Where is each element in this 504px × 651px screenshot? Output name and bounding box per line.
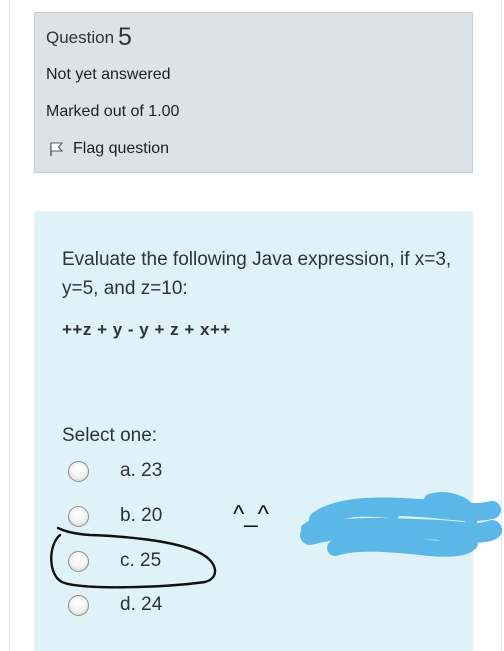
flag-question-link[interactable]: Flag question (48, 140, 169, 158)
question-content-panel: Evaluate the following Java expression, … (34, 211, 473, 651)
question-label: Question (46, 28, 115, 47)
quiz-page: Question 5 Not yet answered Marked out of… (0, 0, 504, 651)
radio-button-b[interactable] (68, 505, 89, 527)
question-text: Evaluate the following Java expression, … (62, 249, 452, 299)
question-grade: Marked out of 1.00 (46, 103, 180, 120)
question-info-panel: Question 5 Not yet answered Marked out of… (34, 12, 473, 173)
answer-label-a: a. 23 (120, 460, 163, 481)
answer-option-d[interactable]: d. 24 (68, 594, 162, 616)
select-one-prompt: Select one: (62, 425, 158, 446)
page-edge-left (9, 0, 10, 651)
answer-option-c[interactable]: c. 25 (68, 550, 161, 572)
page-edge-right (501, 0, 502, 651)
question-number: 5 (118, 23, 132, 51)
question-heading: Question 5 (46, 23, 132, 52)
radio-button-d[interactable] (68, 594, 89, 616)
radio-button-c[interactable] (68, 550, 89, 572)
answer-option-a[interactable]: a. 23 (68, 460, 162, 482)
answer-label-c: c. 25 (120, 550, 162, 571)
answer-label-b: b. 20 (120, 505, 163, 526)
flag-question-label: Flag question (73, 140, 170, 157)
question-expression: ++z + y - y + z + x++ (62, 320, 231, 339)
flag-icon (50, 142, 64, 156)
radio-button-a[interactable] (68, 460, 89, 482)
question-state: Not yet answered (46, 66, 171, 83)
answer-label-d: d. 24 (120, 594, 163, 615)
answer-option-b[interactable]: b. 20 (68, 505, 162, 527)
